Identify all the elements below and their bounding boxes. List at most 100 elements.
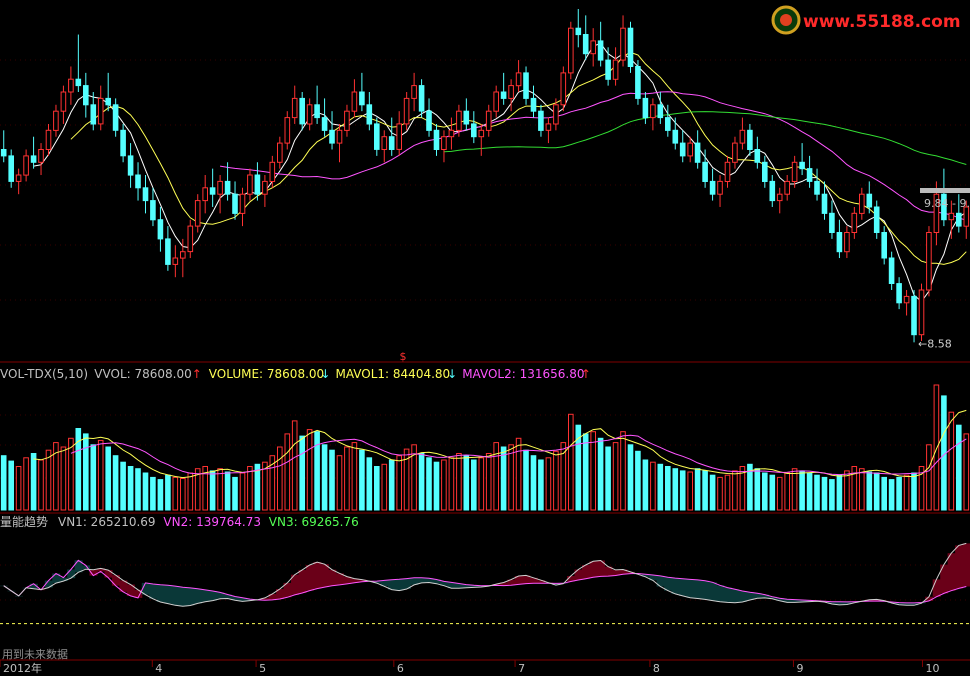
- volume-bar: [418, 453, 425, 511]
- candle-body: [448, 129, 455, 138]
- volume-bar: [717, 476, 723, 511]
- trend-fill: [149, 584, 158, 599]
- volume-bar: [523, 449, 529, 511]
- candle-body: [888, 257, 895, 284]
- candle-body: [38, 149, 44, 163]
- volume-bar: [366, 457, 373, 511]
- time-label: 5: [259, 662, 266, 675]
- logo-core-icon: [780, 14, 792, 26]
- volume-bar: [426, 457, 432, 511]
- volume-bar: [247, 466, 253, 511]
- candle-body: [30, 155, 37, 163]
- volume-bar: [948, 411, 955, 511]
- candle-body: [381, 136, 388, 150]
- event-marker: $: [400, 350, 407, 363]
- candle-body: [359, 91, 365, 106]
- candle-body: [239, 193, 246, 214]
- candle-body: [732, 142, 738, 163]
- candle-body: [784, 180, 791, 195]
- candle-body: [157, 219, 164, 240]
- candle-body: [568, 27, 574, 74]
- volume-bar: [165, 474, 171, 511]
- volume-bar: [299, 435, 305, 511]
- candle-body: [791, 161, 798, 183]
- vvol-arrow-up-icon: ↑: [192, 367, 202, 381]
- volume-bar: [650, 461, 656, 511]
- trend-fill: [932, 579, 941, 597]
- time-label: 4: [155, 662, 162, 675]
- trend-fill: [716, 585, 725, 602]
- volume-bar: [956, 424, 962, 511]
- volume-bar: [150, 476, 156, 511]
- trend-fill: [417, 577, 426, 583]
- candle-body: [612, 59, 619, 80]
- volume-bar: [441, 459, 447, 511]
- volume-bar: [605, 446, 611, 511]
- volume-bar: [784, 472, 791, 511]
- candle-body: [247, 174, 253, 195]
- mavol2-value: MAVOL2: 131656.80: [462, 367, 584, 381]
- candle-body: [873, 206, 880, 233]
- trend-fill: [708, 582, 717, 601]
- candle-body: [277, 142, 283, 163]
- candle-body: [418, 85, 425, 112]
- time-label: 2012年: [3, 661, 42, 675]
- volume-bar: [135, 468, 141, 511]
- candle-body: [545, 123, 552, 131]
- candle-body: [665, 117, 671, 131]
- mavol1-value: MAVOL1: 84404.80: [336, 367, 451, 381]
- candle-body: [605, 59, 611, 80]
- volume-bar: [15, 466, 22, 511]
- volume-bar: [478, 457, 485, 511]
- candle-body: [590, 40, 597, 55]
- volume-bar: [359, 449, 365, 511]
- volume-bar: [388, 459, 395, 511]
- volume-bar: [881, 476, 888, 511]
- candle-body: [799, 161, 805, 170]
- volume-bar: [687, 471, 694, 511]
- trend-fill: [671, 578, 680, 594]
- volume-bar: [732, 470, 738, 511]
- candle-body: [127, 155, 134, 176]
- volume-bar: [232, 476, 238, 511]
- volume-bar: [239, 472, 246, 511]
- volume-bar: [448, 457, 455, 511]
- stock-chart[interactable]: ←8.58 9.84 - 9.9 $ www.55188.com VOL-TDX(5,1…: [0, 0, 970, 676]
- candle-body: [269, 161, 276, 183]
- trend-fill: [686, 579, 695, 598]
- trend-fill: [305, 565, 314, 591]
- candle-body: [90, 104, 97, 125]
- candle-body: [426, 110, 432, 131]
- candle-body: [112, 104, 119, 131]
- candle-body: [135, 174, 141, 189]
- candle-body: [620, 27, 626, 61]
- candle-body: [776, 193, 783, 202]
- volume-bar: [844, 470, 850, 511]
- candle-body: [194, 200, 201, 227]
- volume-bar: [30, 453, 37, 511]
- candle-body: [597, 40, 604, 61]
- trend-fill: [701, 580, 710, 600]
- candle-body: [702, 161, 708, 183]
- volume-bar: [665, 466, 671, 511]
- candle-body: [642, 97, 649, 119]
- trend-fill: [201, 589, 210, 602]
- vvol-value: VVOL: 78608.00: [94, 367, 191, 381]
- candle-body: [314, 104, 320, 119]
- trend-indicator-name: 量能趋势: [0, 515, 48, 529]
- volume-arrow-down-icon: ↓: [320, 367, 330, 381]
- volume-bar: [590, 431, 597, 511]
- volume-bar: [314, 431, 320, 511]
- candle-body: [627, 27, 634, 67]
- volume-bar: [38, 459, 44, 511]
- trend-fill: [693, 579, 702, 599]
- candle-body: [560, 72, 567, 106]
- volume-bar: [68, 437, 74, 511]
- candle-body: [202, 187, 208, 202]
- vn1-value: VN1: 265210.69: [58, 515, 156, 529]
- volume-indicator-name: VOL-TDX(5,10): [0, 367, 88, 381]
- volume-bar: [620, 431, 626, 511]
- volume-bar: [8, 460, 14, 511]
- volume-bar: [90, 444, 97, 511]
- watermark-logo: [771, 5, 801, 35]
